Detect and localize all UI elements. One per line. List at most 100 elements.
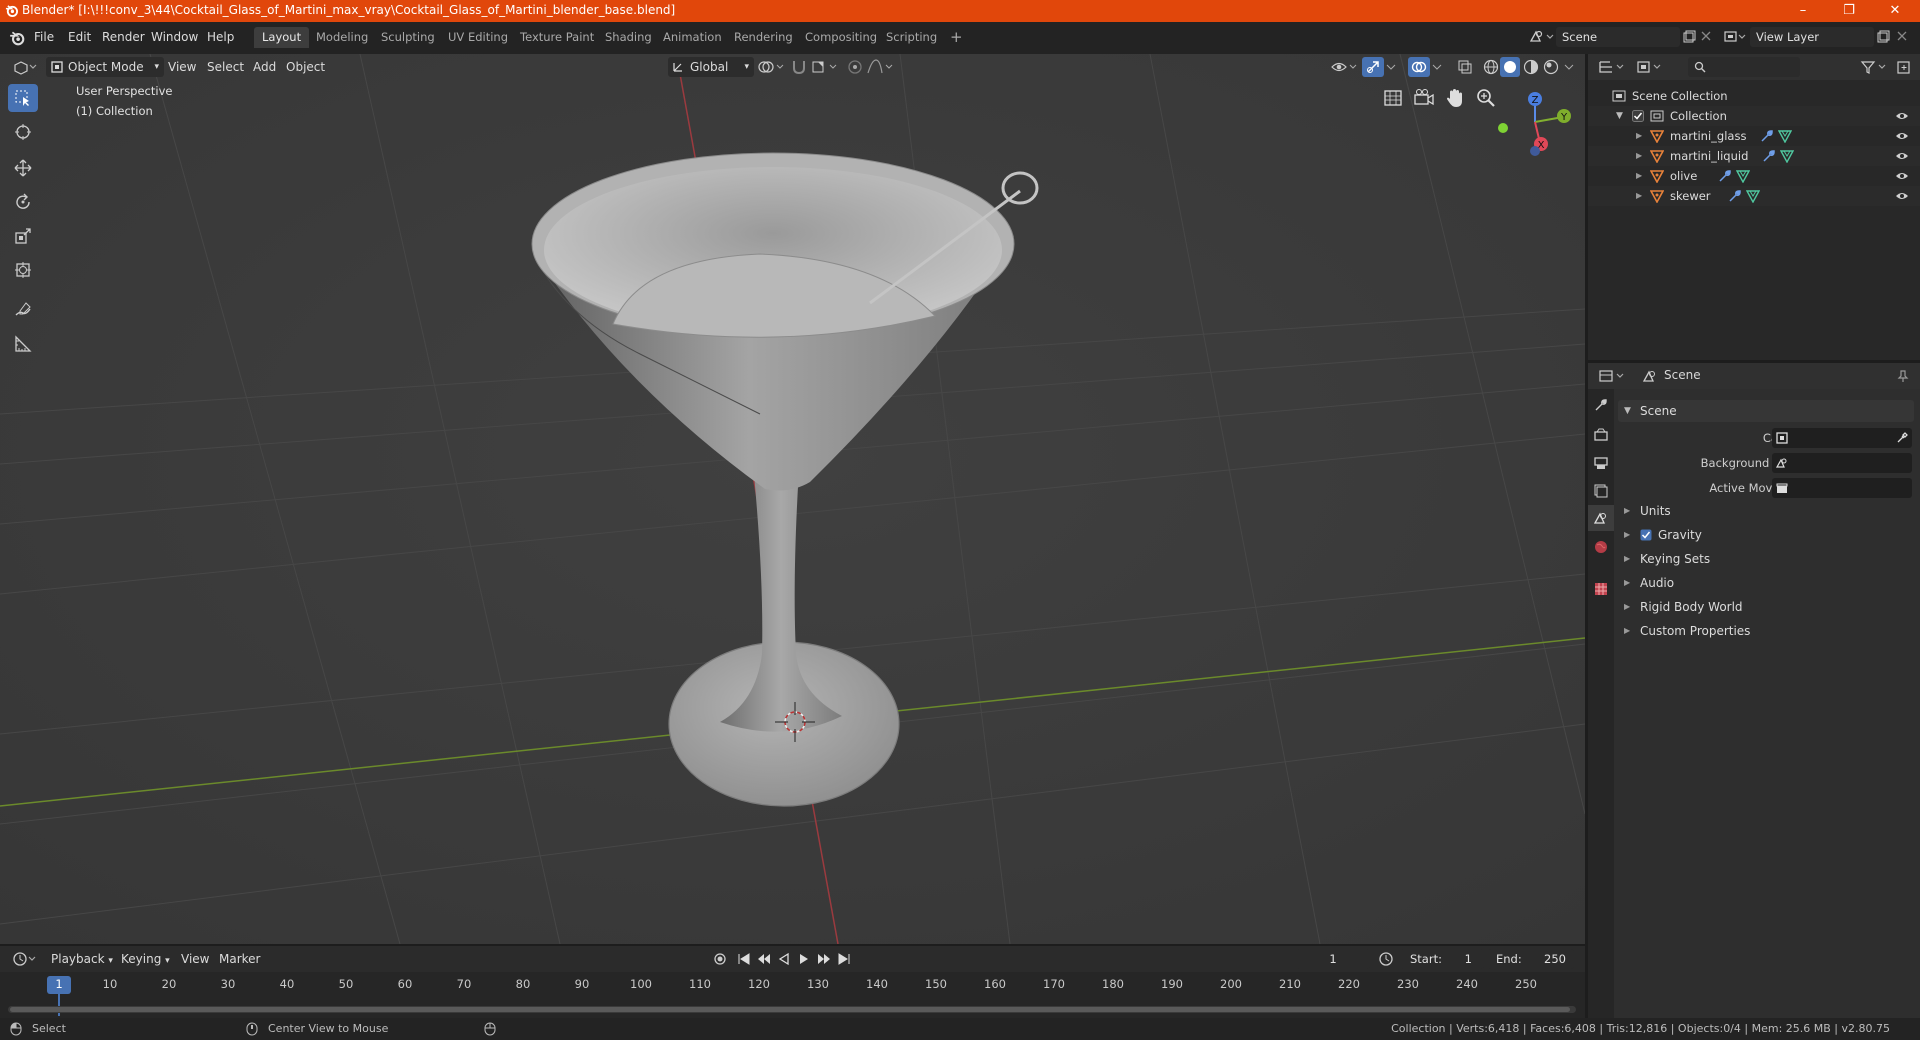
current-frame-field[interactable]: 1 <box>1296 949 1370 969</box>
zoom-view-icon[interactable] <box>1475 87 1497 109</box>
timeline-menu-marker[interactable]: Marker <box>214 949 265 969</box>
rigid-body-world-panel-header[interactable]: ▶ Rigid Body World <box>1618 596 1914 618</box>
gravity-panel-header[interactable]: ▶ Gravity <box>1618 524 1914 546</box>
expand-arrow-icon[interactable]: ▶ <box>1636 186 1642 206</box>
menu-help[interactable]: Help <box>207 30 234 44</box>
timeline-menu-playback[interactable]: Playback ▾ <box>46 949 118 969</box>
expand-arrow-icon[interactable]: ▶ <box>1636 166 1642 186</box>
record-icon[interactable] <box>712 951 728 967</box>
wireframe-shading-icon[interactable] <box>1482 58 1500 76</box>
eye-icon[interactable] <box>1895 111 1909 121</box>
camera-field[interactable] <box>1772 428 1912 448</box>
units-panel-header[interactable]: ▶ Units <box>1618 500 1914 522</box>
pan-view-hand-icon[interactable] <box>1444 87 1466 109</box>
new-collection-icon[interactable] <box>1896 59 1912 75</box>
tab-scripting[interactable]: Scripting <box>878 27 945 48</box>
outliner-row-object[interactable]: ▶ skewer <box>1588 186 1920 206</box>
cursor-tool[interactable] <box>8 118 38 146</box>
expand-arrow-icon[interactable]: ▼ <box>1616 106 1623 126</box>
delete-view-layer-icon[interactable] <box>1896 30 1908 42</box>
scene-name-field[interactable]: Scene <box>1556 27 1680 47</box>
tab-uv-editing[interactable]: UV Editing <box>440 27 516 48</box>
menu-file[interactable]: File <box>34 30 54 44</box>
mesh-data-icon[interactable] <box>1780 149 1794 163</box>
maximize-button[interactable]: ❐ <box>1826 0 1872 22</box>
play-reverse-icon[interactable] <box>776 951 792 967</box>
gizmo-toggle-button[interactable] <box>1362 57 1384 77</box>
next-keyframe-icon[interactable] <box>816 951 832 967</box>
expand-arrow-icon[interactable]: ▶ <box>1636 146 1642 166</box>
outliner-row-object[interactable]: ▶ olive <box>1588 166 1920 186</box>
timeline-editor-type-icon[interactable] <box>12 951 38 967</box>
outliner-editor-type-icon[interactable] <box>1598 59 1626 75</box>
outliner-row-scene-collection[interactable]: Scene Collection <box>1588 86 1920 106</box>
mode-dropdown[interactable]: Object Mode ▾ <box>46 57 164 77</box>
timeline-scrollbar[interactable] <box>8 1006 1576 1013</box>
proportional-edit-icon[interactable] <box>846 58 864 76</box>
solid-shading-button[interactable] <box>1500 57 1520 77</box>
expand-arrow-icon[interactable]: ▶ <box>1636 126 1642 146</box>
3d-viewport[interactable]: Z Y X Object Mode ▾ View Select Add Obje… <box>0 54 1585 944</box>
outliner-search-input[interactable] <box>1688 57 1800 77</box>
active-movie-clip-field[interactable] <box>1772 478 1912 498</box>
menu-edit[interactable]: Edit <box>68 30 91 44</box>
custom-properties-panel-header[interactable]: ▶ Custom Properties <box>1618 620 1914 642</box>
menu-render[interactable]: Render <box>102 30 145 44</box>
play-icon[interactable] <box>796 951 812 967</box>
timeline-menu-view[interactable]: View <box>176 949 214 969</box>
rendered-shading-icon[interactable] <box>1542 58 1560 76</box>
outliner-row-collection[interactable]: ▼ Collection <box>1588 106 1920 126</box>
new-scene-icon[interactable] <box>1682 30 1696 44</box>
orientation-dropdown[interactable]: Global ▾ <box>668 57 754 77</box>
viewport-menu-view[interactable]: View <box>163 57 201 77</box>
output-tab-icon[interactable] <box>1593 455 1609 471</box>
collection-checkbox-icon[interactable] <box>1632 110 1644 122</box>
display-mode-icon[interactable] <box>1636 59 1664 75</box>
scene-browse-icon[interactable] <box>1528 28 1554 46</box>
tab-sculpting[interactable]: Sculpting <box>373 27 443 48</box>
shading-dropdown-icon[interactable] <box>1562 58 1576 76</box>
eyedropper-icon[interactable] <box>1896 432 1908 444</box>
view-layer-tab-icon[interactable] <box>1593 483 1609 499</box>
falloff-icon[interactable] <box>866 58 896 76</box>
viewport-menu-object[interactable]: Object <box>281 57 330 77</box>
tab-modeling[interactable]: Modeling <box>308 27 376 48</box>
pivot-point-icon[interactable] <box>756 58 786 76</box>
eye-icon[interactable] <box>1895 151 1909 161</box>
timeline-scrubber[interactable]: 1 10 20 30 40 50 60 70 80 90 100 110 120… <box>0 972 1585 1018</box>
tab-shading[interactable]: Shading <box>597 27 660 48</box>
jump-start-icon[interactable] <box>736 951 752 967</box>
rotate-tool[interactable] <box>8 188 38 216</box>
tool-settings-tab-icon[interactable] <box>1593 397 1609 413</box>
tab-rendering[interactable]: Rendering <box>726 27 801 48</box>
gravity-checkbox[interactable] <box>1640 529 1652 541</box>
blender-menu-icon[interactable] <box>9 30 25 46</box>
mesh-data-icon[interactable] <box>1736 169 1750 183</box>
delete-scene-icon[interactable] <box>1700 30 1712 42</box>
transform-tool[interactable] <box>8 256 38 284</box>
timeline-scrollbar-thumb[interactable] <box>10 1007 1570 1012</box>
scene-tab-button[interactable] <box>1588 505 1614 531</box>
modifier-wrench-icon[interactable] <box>1728 189 1742 203</box>
editor-type-icon[interactable] <box>12 59 38 75</box>
annotate-tool[interactable] <box>8 296 38 324</box>
end-frame-field[interactable]: End: 250 <box>1488 949 1574 969</box>
keying-sets-panel-header[interactable]: ▶ Keying Sets <box>1618 548 1914 570</box>
tab-animation[interactable]: Animation <box>655 27 730 48</box>
viewport-scene[interactable]: Z Y X <box>0 54 1585 944</box>
preview-range-icon[interactable] <box>1378 951 1394 967</box>
mesh-data-icon[interactable] <box>1746 189 1760 203</box>
measure-tool[interactable] <box>8 330 38 358</box>
mesh-data-icon[interactable] <box>1778 129 1792 143</box>
visibility-icon[interactable] <box>1330 58 1360 76</box>
view-layer-browse-icon[interactable] <box>1722 28 1748 46</box>
minimize-button[interactable]: – <box>1780 0 1826 22</box>
view-layer-field[interactable]: View Layer <box>1750 27 1874 47</box>
xray-icon[interactable] <box>1456 58 1474 76</box>
viewport-menu-select[interactable]: Select <box>202 57 249 77</box>
new-view-layer-icon[interactable] <box>1876 30 1890 44</box>
viewport-menu-add[interactable]: Add <box>248 57 281 77</box>
scene-section-header[interactable]: ▼ Scene <box>1618 400 1914 422</box>
eye-icon[interactable] <box>1895 191 1909 201</box>
start-frame-field[interactable]: Start: 1 <box>1400 949 1484 969</box>
